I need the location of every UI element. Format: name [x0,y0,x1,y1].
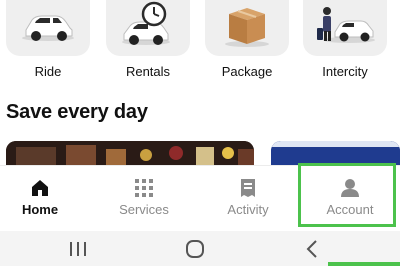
nav-label: Activity [227,202,269,217]
back-chevron-icon [306,240,317,258]
service-label: Rentals [125,64,171,79]
highlight-edge [328,262,400,266]
nav-label: Services [119,202,169,217]
rentals-tile[interactable] [106,0,190,56]
car-icon [22,15,74,41]
traveler-car-icon [317,7,375,43]
recent-apps-button[interactable] [58,239,98,259]
nav-services[interactable]: Services [104,166,184,232]
ride-tile[interactable] [6,0,90,56]
package-box-icon [225,8,269,47]
nav-home[interactable]: Home [10,166,70,232]
service-intercity[interactable]: Intercity [303,0,387,86]
home-circle-icon [186,240,204,258]
service-ride[interactable]: Ride [6,0,90,86]
section-title: Save every day [6,101,148,123]
nav-label: Account [326,202,374,217]
receipt-icon [241,179,255,197]
system-home-button[interactable] [175,239,215,259]
back-button[interactable] [292,239,332,259]
intercity-tile[interactable] [303,0,387,56]
promo-image [6,141,254,165]
service-rentals[interactable]: Rentals [106,0,190,86]
home-icon [32,180,48,196]
nav-activity[interactable]: Activity [212,166,284,232]
service-package[interactable]: Package [205,0,289,86]
promo-card[interactable] [6,141,254,165]
car-clock-icon [122,1,170,45]
promo-card[interactable] [271,141,400,165]
promo-image [271,141,400,165]
service-label: Intercity [322,64,368,79]
service-label: Package [221,64,273,79]
nav-label: Home [21,202,59,217]
nav-account[interactable]: Account [300,166,400,232]
services-row: Ride Rentals Package Intercity [0,0,400,86]
bottom-nav: Home Services Activity Account [0,165,400,232]
recent-apps-icon [70,242,86,256]
service-label: Ride [34,64,62,79]
person-icon [341,179,359,197]
system-nav-bar [0,231,400,266]
package-tile[interactable] [205,0,289,56]
grid-icon [135,179,153,197]
